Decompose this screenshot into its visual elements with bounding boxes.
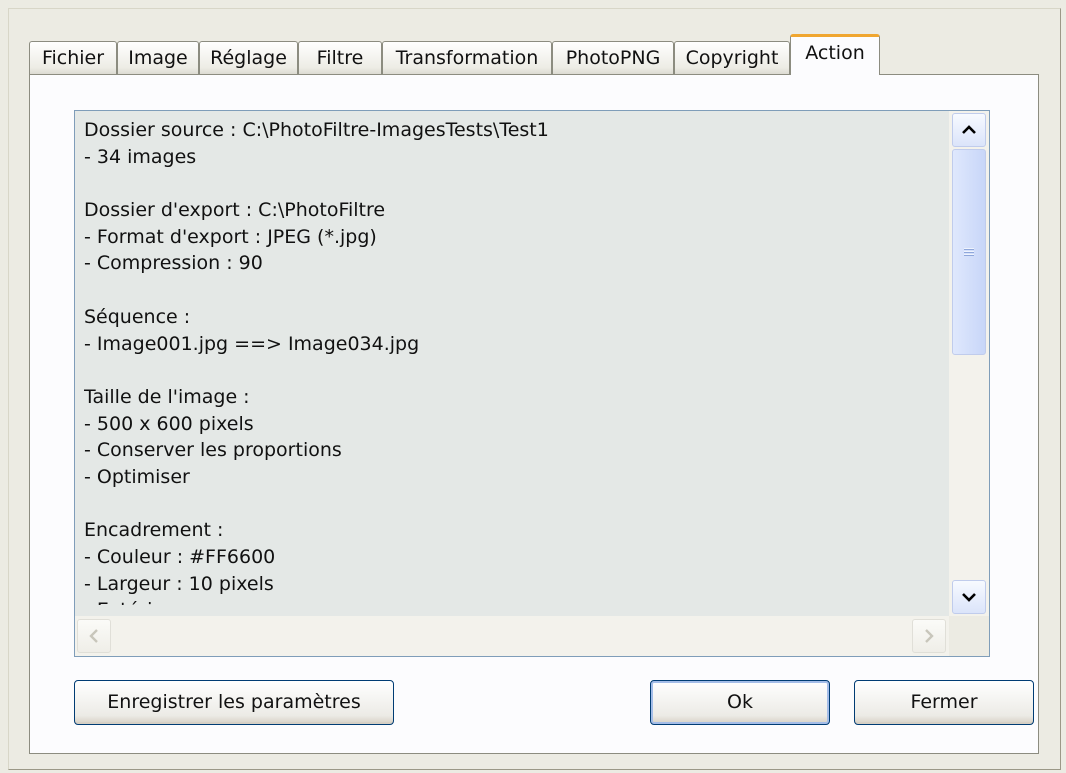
tab-page-action: Dossier source : C:\PhotoFiltre-ImagesTe… [29,74,1039,754]
close-button[interactable]: Fermer [854,680,1034,725]
summary-line: Dossier d'export : C:\PhotoFiltre [84,199,386,222]
grip-icon [964,247,974,257]
summary-line: Taille de l'image : [84,385,250,408]
chevron-down-icon [962,593,976,602]
summary-line: - Conserver les proportions [84,439,342,462]
tab-transformation[interactable]: Transformation [382,41,552,74]
summary-line: - 34 images [84,145,197,168]
summary-line: - Couleur : #FF6600 [84,546,276,568]
summary-line: - Image001.jpg ==> Image034.jpg [84,332,420,355]
tab-image[interactable]: Image [117,41,199,74]
summary-line: - Optimiser [84,465,190,488]
summary-blank-line [84,491,964,518]
scroll-up-button[interactable] [952,113,986,147]
summary-line: Séquence : [84,305,191,328]
action-summary-text: Dossier source : C:\PhotoFiltre-ImagesTe… [84,117,964,605]
save-parameters-button[interactable]: Enregistrer les paramètres [74,680,394,725]
scroll-left-button[interactable] [77,619,111,653]
chevron-left-icon [89,629,98,643]
scrollbar-corner [949,616,989,656]
tab-photopng[interactable]: PhotoPNG [552,41,674,74]
summary-blank-line [84,357,964,384]
summary-blank-line [84,170,964,197]
summary-line: - 500 x 600 pixels [84,412,254,435]
summary-line: - Largeur : 10 pixels [84,572,274,595]
summary-blank-line [84,277,964,304]
vertical-scrollbar[interactable] [949,111,989,616]
vertical-scroll-thumb[interactable] [952,149,986,355]
action-summary-memo[interactable]: Dossier source : C:\PhotoFiltre-ImagesTe… [74,110,990,657]
summary-line: Dossier source : C:\PhotoFiltre-ImagesTe… [84,119,549,141]
tab-copyright[interactable]: Copyright [674,41,790,74]
tab-action[interactable]: Action [790,34,880,75]
chevron-right-icon [925,629,934,643]
horizontal-scrollbar[interactable] [75,616,949,656]
tab-fichier[interactable]: Fichier [29,41,117,74]
dialog-window: Fichier Image Réglage Filtre Transformat… [8,8,1061,770]
summary-line: - Format d'export : JPEG (*.jpg) [84,225,377,248]
chevron-up-icon [962,125,976,134]
tab-reglage[interactable]: Réglage [199,41,298,74]
tab-filtre[interactable]: Filtre [298,41,382,74]
summary-line: - Extérieur [84,597,964,605]
scroll-right-button[interactable] [912,619,946,653]
summary-line: - Compression : 90 [84,252,263,275]
ok-button[interactable]: Ok [650,680,830,725]
scroll-down-button[interactable] [952,580,986,614]
summary-line: Encadrement : [84,519,224,542]
